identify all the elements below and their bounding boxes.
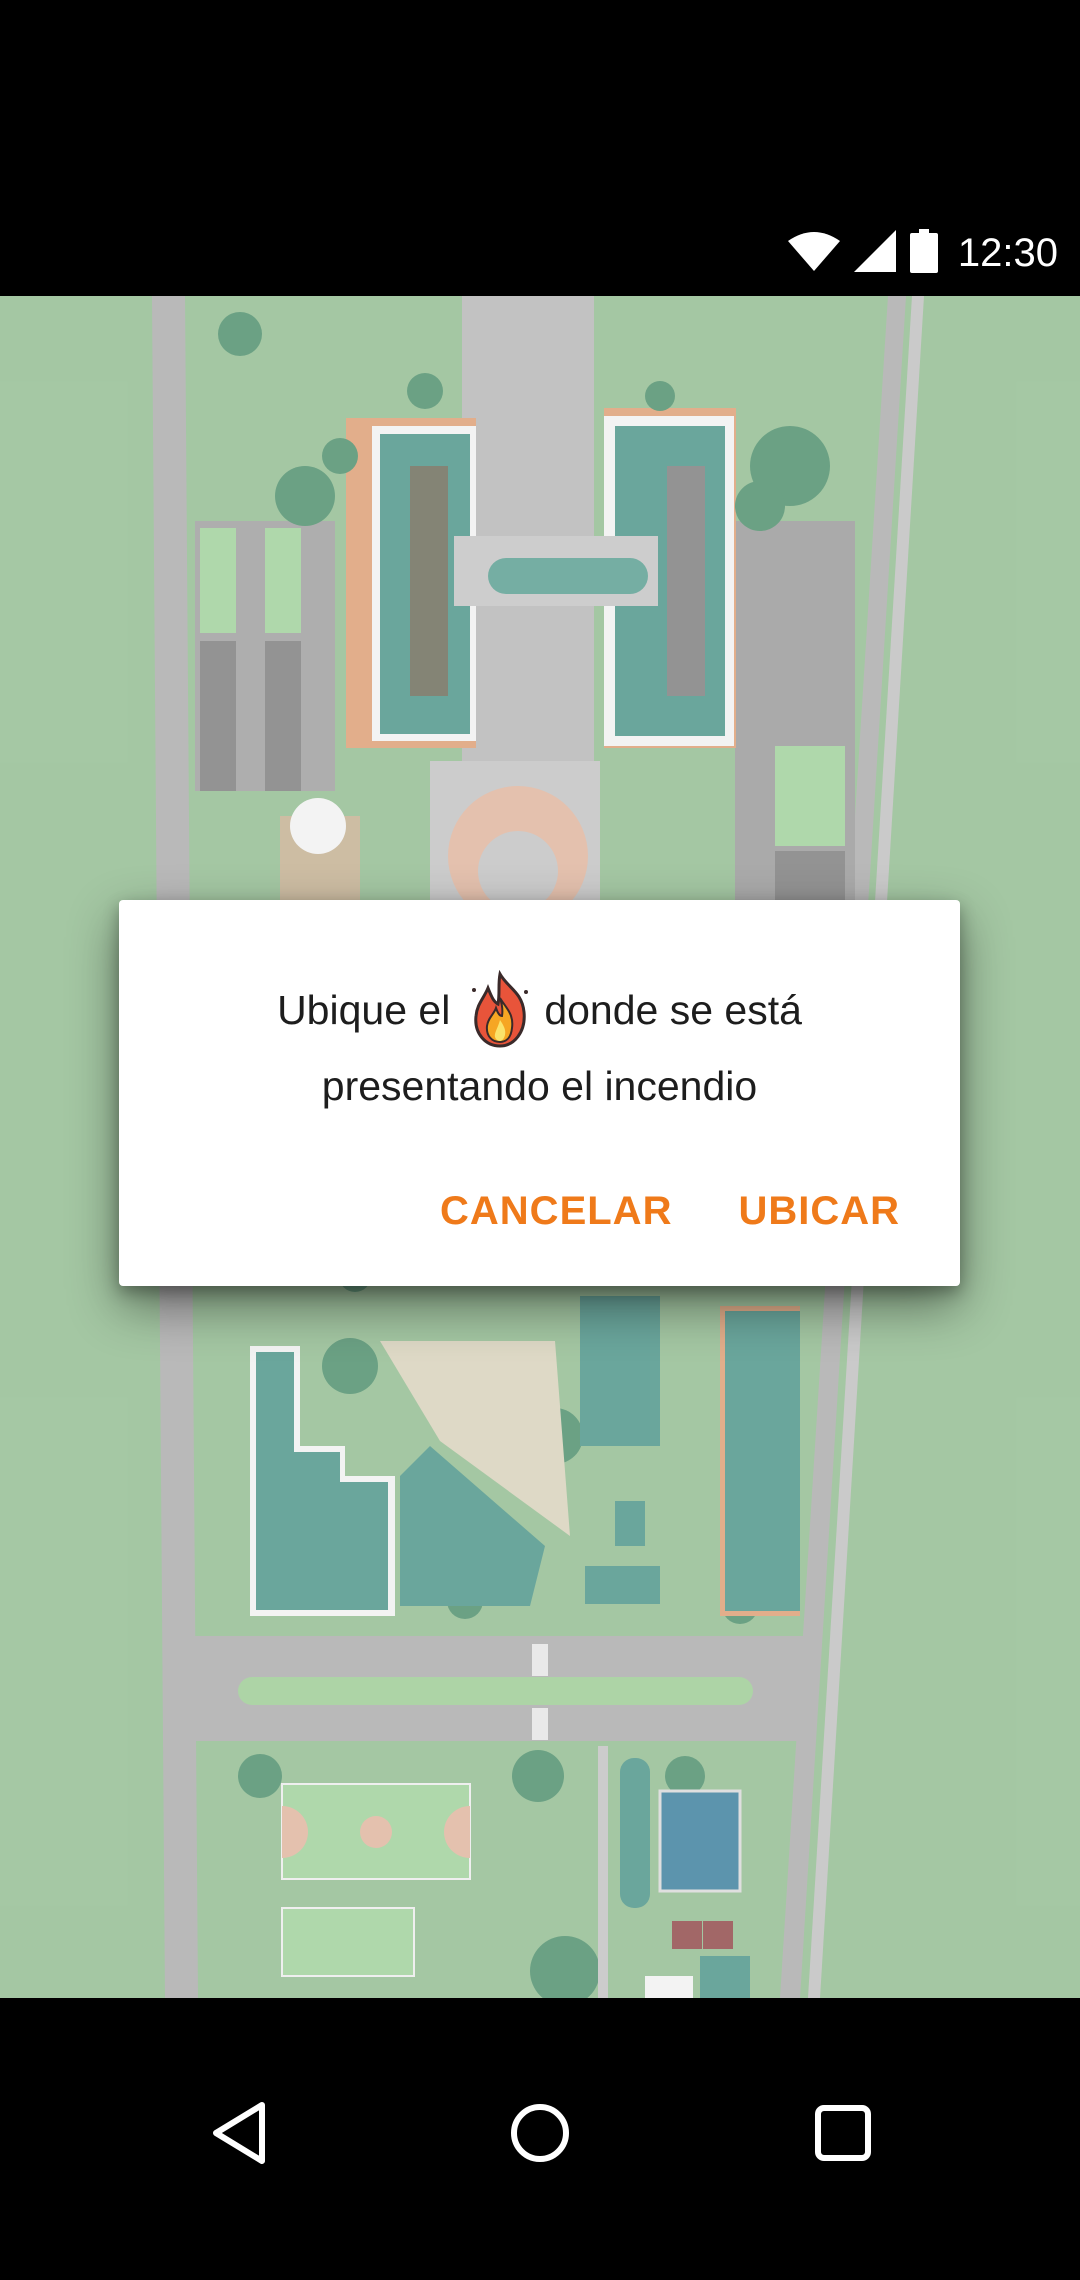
cell-signal-icon — [853, 229, 896, 277]
cancel-button[interactable]: CANCELAR — [440, 1189, 672, 1234]
battery-icon — [909, 228, 938, 278]
fire-icon — [464, 969, 536, 1050]
recents-icon[interactable] — [788, 2078, 898, 2188]
status-time: 12:30 — [957, 230, 1058, 275]
wifi-icon — [787, 231, 840, 276]
locate-button[interactable]: UBICAR — [738, 1189, 900, 1234]
top-black-area — [0, 0, 1080, 210]
status-icons: 12:30 — [787, 210, 1058, 296]
status-bar: 12:30 — [0, 210, 1080, 296]
home-icon[interactable] — [485, 2078, 595, 2188]
dialog-actions: CANCELAR UBICAR — [440, 1189, 900, 1234]
dialog-message: Ubique el donde se está presentando el i… — [159, 969, 920, 1122]
dialog-message-before: Ubique el — [277, 987, 451, 1033]
back-icon[interactable] — [185, 2078, 295, 2188]
navigation-bar — [0, 1998, 1080, 2280]
locate-fire-dialog: Ubique el donde se está presentando el i… — [119, 900, 960, 1286]
